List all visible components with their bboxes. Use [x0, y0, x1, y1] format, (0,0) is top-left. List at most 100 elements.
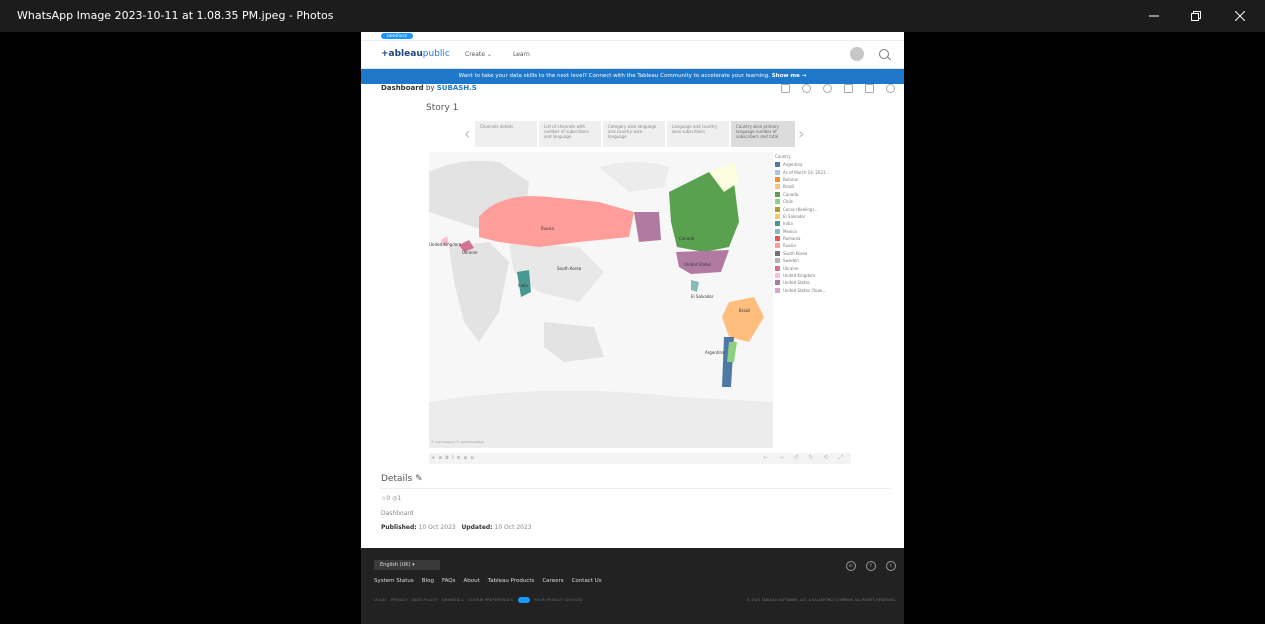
favorite-icon[interactable]: [802, 84, 811, 93]
legend-title: Country: [775, 154, 791, 159]
map-svg: Russia Canada United States South Korea …: [429, 152, 773, 448]
legend-item[interactable]: United States: [775, 279, 829, 286]
close-button[interactable]: [1217, 0, 1263, 32]
map-label-argentina: Argentina: [705, 350, 725, 355]
legend-label: India: [783, 221, 793, 227]
settings-icon[interactable]: [886, 84, 895, 93]
legend-item[interactable]: Cocos (Keeling)...: [775, 205, 829, 212]
close-icon: [1235, 11, 1245, 21]
author-link[interactable]: SUBASH.S: [437, 84, 477, 92]
published-label: Published:: [381, 524, 417, 531]
legend-item[interactable]: Russia: [775, 242, 829, 249]
legal-links: LEGAL PRIVACY DATA POLICY UNINSTALL COOK…: [374, 597, 582, 603]
legend-swatch: [775, 162, 780, 168]
banner-link[interactable]: Show me →: [772, 73, 807, 79]
minimize-icon: [1149, 15, 1159, 17]
download-icon[interactable]: [781, 84, 790, 93]
legend-item[interactable]: Canada: [775, 191, 829, 198]
legend-label: Ukraine: [783, 265, 799, 271]
legal-link[interactable]: LEGAL: [374, 598, 387, 602]
story-point[interactable]: Language and country wise subscribers: [667, 121, 729, 147]
publish-dates: Published: 10 Oct 2023 Updated: 10 Oct 2…: [381, 524, 532, 531]
tableau-logo[interactable]: +ableaupublic: [381, 49, 450, 59]
nav-create[interactable]: Create ⌄: [465, 51, 492, 58]
window-title: WhatsApp Image 2023-10-11 at 1.08.35 PM.…: [17, 9, 334, 22]
legend-label: Russia: [783, 243, 796, 249]
legend-swatch: [775, 280, 780, 286]
legal-link[interactable]: PRIVACY: [391, 598, 408, 602]
map-attribution: © 2023 Mapbox © OpenStreetMap: [431, 440, 484, 444]
viz-controls[interactable]: ← → ↺ ↻ ⟲ ⤢: [764, 454, 847, 462]
legend-item[interactable]: Brazil: [775, 183, 829, 190]
legal-link[interactable]: UNINSTALL: [442, 598, 464, 602]
legend-swatch: [775, 265, 780, 271]
by-label: by: [425, 84, 435, 92]
legend-item[interactable]: Mexico: [775, 228, 829, 235]
privacy-toggle-icon[interactable]: [517, 597, 530, 603]
legend-swatch: [775, 228, 780, 234]
comment-icon[interactable]: [844, 84, 853, 93]
map-label-ukraine: Ukraine: [462, 250, 478, 255]
footer-link[interactable]: Contact Us: [572, 578, 602, 584]
legend-item[interactable]: Romania: [775, 235, 829, 242]
legend-item[interactable]: United Kingdom: [775, 272, 829, 279]
legend-item[interactable]: Belarus: [775, 176, 829, 183]
window-titlebar: WhatsApp Image 2023-10-11 at 1.08.35 PM.…: [0, 0, 1265, 32]
legend-item[interactable]: Ukraine: [775, 264, 829, 271]
user-icon[interactable]: [865, 84, 874, 93]
avatar[interactable]: [850, 47, 864, 61]
legend-item[interactable]: Argentina: [775, 161, 829, 168]
legend-swatch: [775, 243, 780, 249]
twitter-icon[interactable]: t: [886, 561, 896, 571]
logo-main: +ableau: [381, 49, 423, 59]
details-kind: Dashboard: [381, 510, 414, 517]
footer-link[interactable]: System Status: [374, 578, 414, 584]
footer-link[interactable]: Blog: [422, 578, 434, 584]
divider: [381, 488, 891, 489]
copyright: © 2023 TABLEAU SOFTWARE, LLC, A SALESFOR…: [746, 598, 896, 602]
facebook-icon[interactable]: f: [866, 561, 876, 571]
legend-item[interactable]: Sweden: [775, 257, 829, 264]
legal-link[interactable]: YOUR PRIVACY CHOICES: [534, 598, 582, 602]
legend-item[interactable]: As of March 14, 2023...: [775, 168, 829, 175]
story-point[interactable]: Category wise language and country wise …: [603, 121, 665, 147]
minimize-button[interactable]: [1131, 0, 1177, 32]
share-icon[interactable]: [823, 84, 832, 93]
footer-link[interactable]: Tableau Products: [488, 578, 535, 584]
edit-icon[interactable]: ✎: [415, 474, 423, 484]
map-label-brazil: Brazil: [739, 308, 750, 313]
legend-item[interactable]: India: [775, 220, 829, 227]
restore-button[interactable]: [1173, 0, 1219, 32]
footer-links: System Status Blog FAQs About Tableau Pr…: [374, 578, 602, 584]
map-label-united-states: United States: [684, 262, 711, 267]
language-select[interactable]: English (UK) ▾: [374, 560, 440, 570]
community-banner: Want to take your data skills to the nex…: [361, 69, 904, 84]
story-point-active[interactable]: Country wise primary language number of …: [731, 121, 795, 147]
legend-swatch: [775, 199, 780, 205]
search-icon[interactable]: [879, 49, 889, 59]
linkedin-icon[interactable]: in: [846, 561, 856, 571]
map-label-el-salvador: El Salvador: [691, 294, 714, 299]
world-map[interactable]: Russia Canada United States South Korea …: [429, 152, 773, 448]
footer-link[interactable]: Careers: [542, 578, 563, 584]
tableau-footer-logo: + a b l e a u: [431, 455, 475, 461]
legend-swatch: [775, 169, 780, 175]
story-next-icon[interactable]: ›: [798, 124, 804, 143]
legal-link[interactable]: COOKIE PREFERENCES: [468, 598, 513, 602]
legend-item[interactable]: Chile: [775, 198, 829, 205]
legend-label: Argentina: [783, 162, 803, 168]
footer-link[interactable]: FAQs: [442, 578, 456, 584]
legend-item[interactable]: South Korea: [775, 250, 829, 257]
story-point[interactable]: Channels details: [475, 121, 537, 147]
legend-swatch: [775, 191, 780, 197]
legend-item[interactable]: El Salvador: [775, 213, 829, 220]
legend-item[interactable]: United States (Yuan...: [775, 287, 829, 294]
legend-swatch: [775, 221, 780, 227]
legal-link[interactable]: DATA POLICY: [412, 598, 438, 602]
dashboard-label: Dashboard: [381, 84, 424, 92]
footer-link[interactable]: About: [464, 578, 480, 584]
story-prev-icon[interactable]: ‹: [464, 124, 470, 143]
nav-learn[interactable]: Learn: [513, 51, 530, 58]
viz-footer: + a b l e a u ← → ↺ ↻ ⟲ ⤢: [429, 453, 851, 464]
story-point[interactable]: List of channels with number of subscrib…: [539, 121, 601, 147]
